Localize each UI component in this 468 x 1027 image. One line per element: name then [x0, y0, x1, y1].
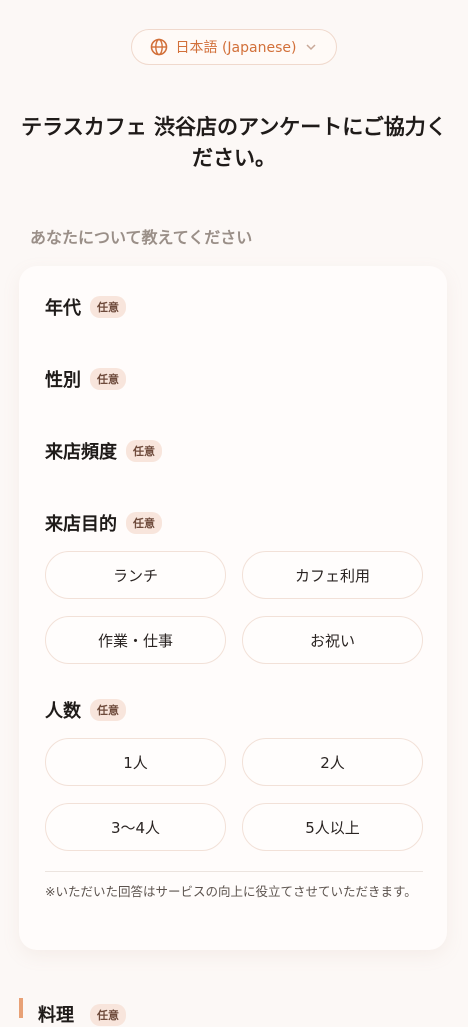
optional-badge: 任意	[90, 296, 126, 318]
section-accent-bar	[19, 998, 23, 1018]
language-switcher-wrap: 日本語 (Japanese)	[0, 29, 468, 65]
purpose-field-label: 来店目的 任意	[45, 510, 162, 536]
next-section-title: 料理	[38, 1005, 74, 1026]
party-field-label: 人数 任意	[45, 697, 126, 723]
optional-badge: 任意	[90, 1004, 126, 1026]
purpose-option-lunch[interactable]: ランチ	[45, 551, 226, 599]
party-option-1[interactable]: 1人	[45, 738, 226, 786]
gender-field-label[interactable]: 性別 任意	[45, 366, 126, 392]
party-option-2[interactable]: 2人	[242, 738, 423, 786]
divider	[45, 871, 423, 872]
globe-icon	[150, 38, 167, 56]
party-label: 人数	[45, 701, 81, 722]
purpose-option-celebration[interactable]: お祝い	[242, 616, 423, 664]
optional-badge: 任意	[90, 699, 126, 721]
optional-badge: 任意	[126, 512, 162, 534]
gender-label: 性別	[45, 370, 81, 391]
optional-badge: 任意	[126, 440, 162, 462]
party-option-5plus[interactable]: 5人以上	[242, 803, 423, 851]
age-label: 年代	[45, 298, 81, 319]
chevron-down-icon	[306, 44, 316, 51]
privacy-note: ※いただいた回答はサービスの向上に役立てさせていただきます。	[45, 884, 417, 899]
language-selector[interactable]: 日本語 (Japanese)	[131, 29, 337, 65]
purpose-option-cafe[interactable]: カフェ利用	[242, 551, 423, 599]
frequency-field-label[interactable]: 来店頻度 任意	[45, 438, 162, 464]
purpose-option-work[interactable]: 作業・仕事	[45, 616, 226, 664]
purpose-label: 来店目的	[45, 514, 117, 535]
age-field-label[interactable]: 年代 任意	[45, 294, 126, 320]
about-you-card: 年代 任意 性別 任意 来店頻度 任意 来店目的 任意 ランチ カフェ利用 作業…	[19, 266, 447, 950]
frequency-label: 来店頻度	[45, 442, 117, 463]
language-label: 日本語 (Japanese)	[175, 40, 297, 56]
optional-badge: 任意	[90, 368, 126, 390]
party-option-3-4[interactable]: 3〜4人	[45, 803, 226, 851]
page-title: テラスカフェ 渋谷店のアンケートにご協力ください。	[21, 115, 447, 170]
section-heading: あなたについて教えてください	[30, 228, 253, 247]
